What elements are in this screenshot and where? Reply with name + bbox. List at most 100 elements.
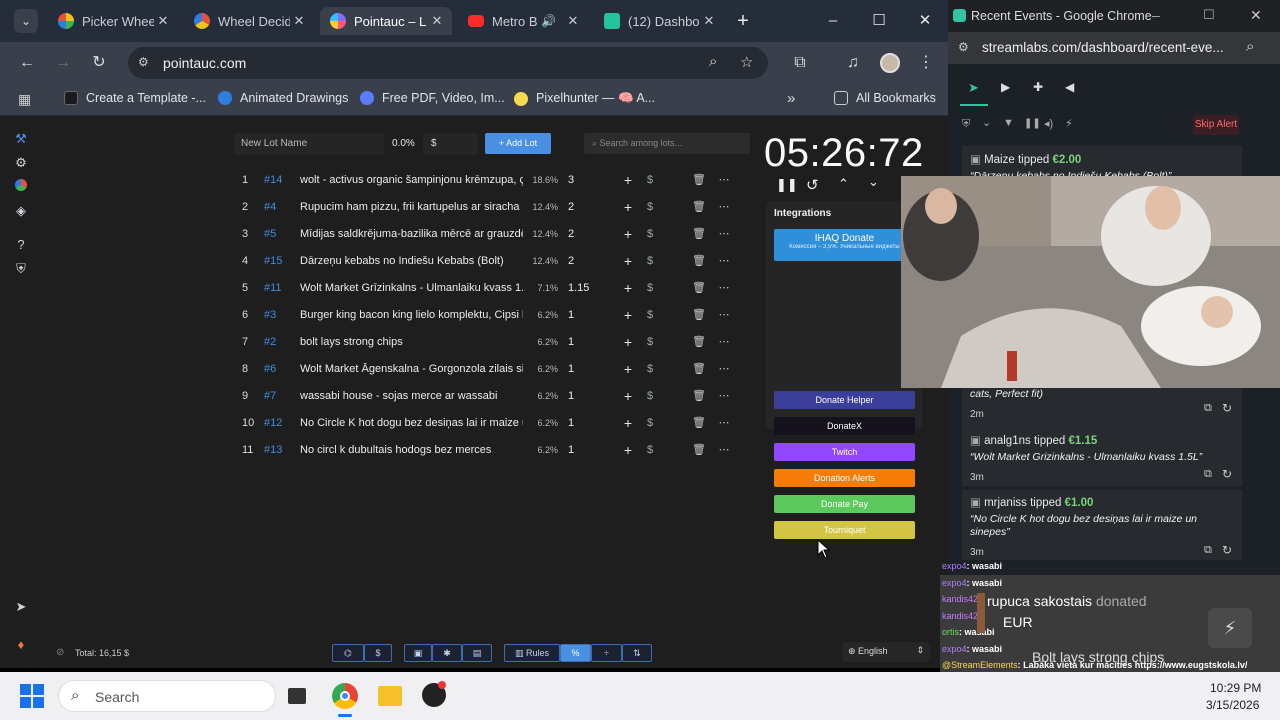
zoom-icon[interactable]: ⌕ [709, 53, 717, 70]
dollar-icon[interactable]: $ [640, 363, 660, 375]
add-amount-icon[interactable]: + [618, 361, 638, 377]
more-icon[interactable]: ⋯ [715, 443, 733, 456]
lot-amount[interactable]: 2 [558, 201, 618, 213]
address-bar[interactable]: ⚙ pointauc.com ⌕ ☆ [128, 47, 768, 79]
lot-row[interactable]: 11 #13 No circl k dubultais hodogs bez mer… [234, 436, 750, 463]
history-button[interactable]: ▤ [462, 644, 492, 662]
more-icon[interactable]: ⋯ [715, 362, 733, 375]
menu-icon[interactable]: ⋮ [913, 50, 939, 76]
dollar-icon[interactable]: $ [640, 309, 660, 321]
auction-icon[interactable]: ⚒ [12, 131, 30, 149]
dollar-icon[interactable]: $ [640, 282, 660, 294]
lot-row[interactable]: 5 #11 Wolt Market Grīzinkalns - Ulmanlaiku… [234, 274, 750, 301]
lot-name[interactable]: wassabi house - sojas merce ar wassabi [300, 390, 523, 402]
more-icon[interactable]: ⋯ [715, 308, 733, 321]
tab-wheel-decide[interactable]: Wheel Decid ✕ [184, 7, 314, 35]
lot-name[interactable]: Wolt Market Grīzinkalns - Ulmanlaiku kva… [300, 282, 523, 294]
add-amount-icon[interactable]: + [618, 334, 638, 350]
add-amount-icon[interactable]: + [618, 253, 638, 269]
bookmark-animated-drawings[interactable]: Animated Drawings [218, 91, 348, 105]
percent-mode-button[interactable]: % [560, 644, 591, 662]
profile-avatar[interactable] [880, 53, 900, 73]
rules-button[interactable]: ▥ Rules [504, 644, 560, 662]
integration-twitch-button[interactable]: Twitch [774, 443, 915, 461]
trash-icon[interactable]: 🗑 [690, 389, 708, 402]
site-info-icon[interactable]: ⚙ [958, 40, 969, 54]
more-icon[interactable]: ⋯ [715, 200, 733, 213]
copy-icon[interactable]: ⧉ [1204, 544, 1212, 557]
lot-row[interactable]: 9 #7 wassabi house - sojas merce ar wassab… [234, 382, 750, 409]
add-amount-icon[interactable]: + [618, 172, 638, 188]
minimize-button[interactable]: – [818, 8, 848, 34]
trash-icon[interactable]: 🗑 [690, 362, 708, 375]
split-button[interactable]: ÷ [591, 644, 622, 662]
lot-amount[interactable]: 1 [558, 309, 618, 321]
add-amount-icon[interactable]: + [618, 199, 638, 215]
new-lot-name-input[interactable]: New Lot Name [234, 133, 384, 155]
bug-button[interactable]: ✱ [432, 644, 462, 662]
layers-icon[interactable]: ◈ [12, 203, 30, 221]
lot-row[interactable]: 6 #3 Burger king bacon king lielo komplekt… [234, 301, 750, 328]
tab-search-button[interactable]: ⌄ [14, 9, 38, 33]
integration-donatex-button[interactable]: DonateX [774, 417, 915, 435]
pause-icon[interactable]: ❚❚ [1024, 118, 1041, 129]
video-icon[interactable]: ▶ [1001, 80, 1010, 94]
more-icon[interactable]: ⋯ [715, 254, 733, 267]
lot-amount[interactable]: 1 [558, 363, 618, 375]
close-icon[interactable]: ✕ [564, 13, 582, 29]
bookmark-pixelhunter[interactable]: Pixelhunter — 🧠 A... [514, 91, 655, 106]
lot-row[interactable]: 2 #4 Rupucim ham pizzu, frii kartupelus ar… [234, 193, 750, 220]
bookmark-free-pdf[interactable]: Free PDF, Video, Im... [360, 91, 505, 105]
shield-icon[interactable]: ⛨ [12, 261, 30, 279]
wheel-icon[interactable] [12, 179, 30, 197]
integration-donate-helper-button[interactable]: Donate Helper [774, 391, 915, 409]
close-icon[interactable]: ✕ [700, 13, 718, 29]
lot-name[interactable]: Rupucim ham pizzu, frii kartupelus ar si… [300, 201, 523, 213]
dollar-icon[interactable]: $ [640, 174, 660, 186]
mute-icon[interactable]: ⚡ [1065, 117, 1073, 130]
skip-alert-button[interactable]: Skip Alert [1193, 115, 1239, 135]
forward-icon[interactable]: → [50, 50, 76, 76]
integration-donate-pay-button[interactable]: Donate Pay [774, 495, 915, 513]
chevron-down-icon[interactable]: ⌄ [982, 116, 991, 129]
side-close-button[interactable]: ✕ [1250, 7, 1262, 24]
back-icon[interactable]: ← [14, 50, 40, 76]
close-window-button[interactable]: ✕ [910, 8, 940, 34]
lot-amount[interactable]: 1 [558, 390, 618, 402]
lot-row[interactable]: 1 #14 wolt - activus organic šampinjonu kr… [234, 166, 750, 193]
search-lots-input[interactable]: ⌕ Search among lots... [584, 133, 750, 154]
replay-icon[interactable]: ↻ [1222, 543, 1232, 557]
chevron-down-icon[interactable]: ⌄ [868, 174, 879, 190]
task-view-icon[interactable] [288, 688, 306, 704]
lot-name[interactable]: Burger king bacon king lielo komplektu, … [300, 309, 523, 321]
dollar-icon[interactable]: $ [640, 390, 660, 402]
chevron-up-icon[interactable]: ⌃ [838, 176, 849, 192]
bookmark-star-icon[interactable]: ☆ [740, 53, 753, 71]
dollar-icon[interactable]: $ [640, 255, 660, 267]
lot-row[interactable]: 3 #5 Mīdijas saldkrējuma-bazilika mērcē ar… [234, 220, 750, 247]
speaker-icon[interactable]: ◂) [1044, 117, 1053, 130]
close-icon[interactable]: ✕ [290, 13, 308, 29]
integration-donation-alerts-button[interactable]: Donation Alerts [774, 469, 915, 487]
dollar-icon[interactable]: $ [640, 417, 660, 429]
add-amount-icon[interactable]: + [618, 307, 638, 323]
speaker-icon[interactable]: 🔊 [541, 14, 556, 28]
sort-button[interactable]: ⇅ [622, 644, 652, 662]
lot-name[interactable]: No Circle K hot dogu bez desiņas lai ir … [300, 417, 523, 429]
maximize-button[interactable]: ☐ [864, 8, 894, 34]
apps-grid-icon[interactable]: ▦ [18, 91, 31, 108]
lot-name[interactable]: bolt lays strong chips [300, 336, 523, 348]
taskbar-search[interactable]: ⌕ Search [58, 680, 276, 712]
copy-icon[interactable]: ⧉ [1204, 468, 1212, 481]
all-bookmarks[interactable]: All Bookmarks [834, 91, 936, 105]
side-address-bar[interactable]: ⚙ streamlabs.com/dashboard/recent-eve...… [948, 32, 1280, 64]
hide-icon[interactable]: ⊘ [56, 647, 64, 658]
currency-button[interactable]: $ [364, 644, 392, 662]
add-amount-icon[interactable]: + [618, 415, 638, 431]
more-icon[interactable]: ⋯ [715, 281, 733, 294]
bookmark-create-template[interactable]: Create a Template -... [64, 91, 206, 105]
pause-icon[interactable]: ❚❚ [776, 177, 798, 193]
dollar-icon[interactable]: $ [640, 336, 660, 348]
extensions-icon[interactable]: ⧉ [787, 50, 813, 76]
side-minimize-button[interactable]: – [1152, 7, 1160, 23]
